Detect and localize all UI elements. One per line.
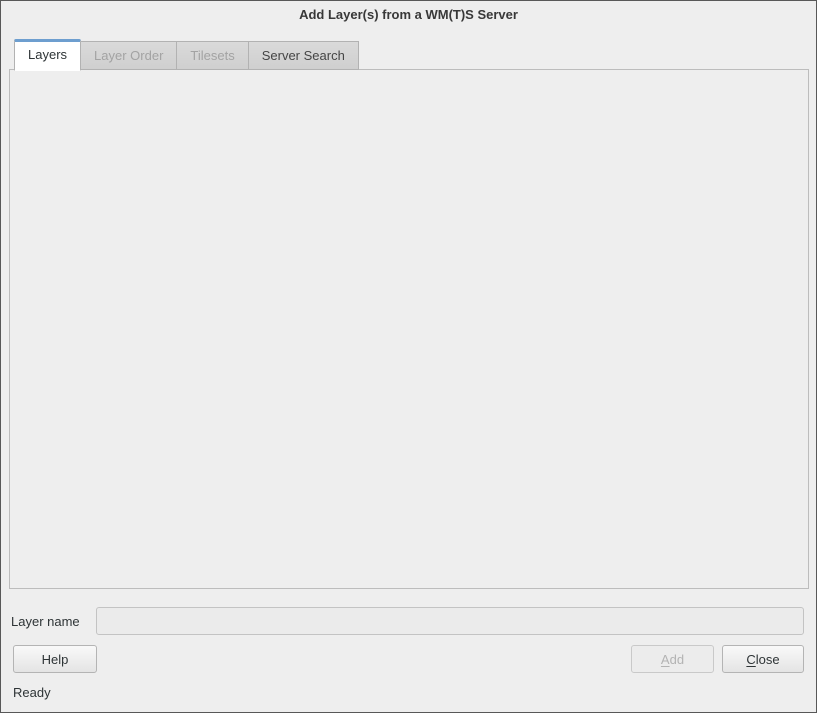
layer-name-label: Layer name: [11, 614, 80, 629]
tab-server-search[interactable]: Server Search: [249, 41, 359, 70]
tab-bar: Layers Layer Order Tilesets Server Searc…: [14, 41, 359, 71]
status-text: Ready: [13, 685, 51, 700]
tab-tilesets: Tilesets: [177, 41, 248, 70]
layers-tab-panel: [9, 69, 809, 589]
help-button[interactable]: Help: [13, 645, 97, 673]
close-button[interactable]: Close: [722, 645, 804, 673]
tab-layer-order: Layer Order: [81, 41, 177, 70]
wms-dialog-window: Add Layer(s) from a WM(T)S Server Layers…: [0, 0, 817, 713]
layer-name-input[interactable]: [96, 607, 804, 635]
tab-layers[interactable]: Layers: [14, 39, 81, 71]
dialog-title: Add Layer(s) from a WM(T)S Server: [1, 7, 816, 22]
add-button: Add: [631, 645, 714, 673]
